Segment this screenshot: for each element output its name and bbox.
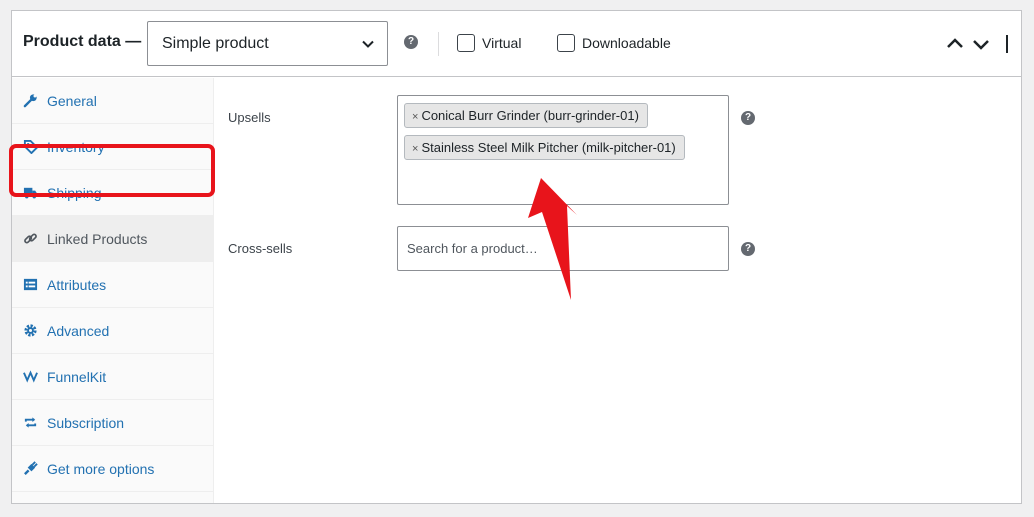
- link-icon: [24, 233, 37, 244]
- tab-subscription[interactable]: Subscription: [12, 400, 214, 446]
- tab-label: General: [47, 93, 97, 109]
- upsells-label: Upsells: [228, 110, 271, 125]
- collapse-toggle-icon[interactable]: [1005, 35, 1009, 53]
- chip-label: Conical Burr Grinder (burr-grinder-01): [421, 108, 639, 123]
- annotation-arrow-icon: [528, 178, 577, 300]
- linked-products-highlight: [9, 144, 215, 197]
- virtual-label[interactable]: Virtual: [482, 35, 521, 51]
- remove-chip-icon[interactable]: ×: [412, 106, 418, 129]
- help-icon[interactable]: ?: [741, 111, 755, 125]
- tab-label: FunnelKit: [47, 369, 107, 385]
- chip-label: Stainless Steel Milk Pitcher (milk-pitch…: [421, 140, 676, 155]
- upsell-chip: × Stainless Steel Milk Pitcher (milk-pitc…: [404, 135, 685, 160]
- downloadable-checkbox[interactable]: [557, 34, 575, 52]
- downloadable-label[interactable]: Downloadable: [582, 35, 671, 51]
- tab-general[interactable]: General: [12, 78, 214, 124]
- tab-label: Advanced: [47, 323, 110, 339]
- tab-label: Attributes: [47, 277, 107, 293]
- move-up-icon[interactable]: [946, 35, 964, 53]
- divider: [438, 32, 439, 56]
- tab-funnelkit[interactable]: FunnelKit: [12, 354, 214, 400]
- tab-linked-products[interactable]: Linked Products: [12, 216, 214, 262]
- list-icon: [23, 278, 38, 291]
- wrench-icon: [23, 94, 37, 108]
- product-data-header: Product data — Simple product ? Virtual …: [12, 11, 1021, 77]
- tab-attributes[interactable]: Attributes: [12, 262, 214, 308]
- remove-chip-icon[interactable]: ×: [412, 138, 418, 161]
- help-icon[interactable]: ?: [404, 35, 418, 49]
- repeat-icon: [24, 417, 37, 428]
- crosssells-label: Cross-sells: [228, 241, 293, 256]
- tab-label: Get more options: [47, 461, 155, 477]
- tab-label: Subscription: [47, 415, 125, 431]
- plugin-icon: [24, 461, 38, 475]
- gear-icon: [24, 324, 37, 337]
- product-data-title: Product data —: [23, 33, 142, 50]
- product-type-value: Simple product: [162, 35, 269, 52]
- upsell-chip: × Conical Burr Grinder (burr-grinder-01): [404, 103, 648, 128]
- tab-get-more-options[interactable]: Get more options: [12, 446, 214, 492]
- move-down-icon[interactable]: [972, 35, 990, 53]
- funnelkit-icon: [23, 370, 38, 383]
- tab-label: Linked Products: [47, 231, 148, 247]
- product-data-tabs: General Inventory Shipping Linked Produc…: [12, 78, 214, 503]
- chevron-down-icon: [362, 40, 374, 48]
- product-type-select[interactable]: Simple product: [147, 21, 388, 66]
- product-data-panel: Product data — Simple product ? Virtual …: [9, 10, 1022, 504]
- tab-advanced[interactable]: Advanced: [12, 308, 214, 354]
- help-icon[interactable]: ?: [741, 242, 755, 256]
- virtual-checkbox[interactable]: [457, 34, 475, 52]
